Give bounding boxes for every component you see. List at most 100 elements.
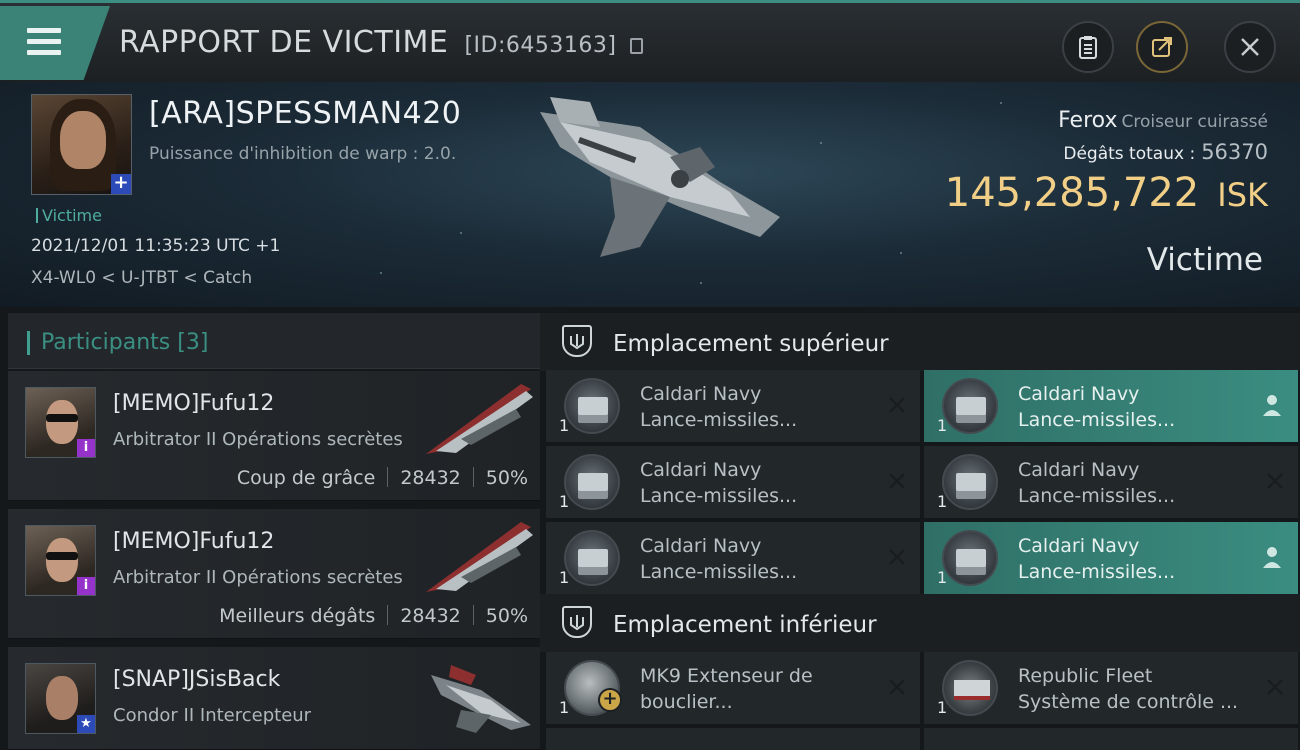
menu-button[interactable] xyxy=(0,6,110,80)
module-item[interactable]: + 1 MK9 Extenseur de bouclier... xyxy=(546,652,920,724)
participant-avatar[interactable]: i xyxy=(25,387,96,458)
participants-panel: Participants [3] i [MEMO]Fufu12 Arbitrat… xyxy=(0,307,540,750)
module-name: Caldari Navy Lance-missiles... xyxy=(1018,383,1176,431)
module-item[interactable]: 1 Caldari Navy Lance-missiles... xyxy=(546,446,920,518)
participant-card[interactable]: ★ [SNAP]JSisBack Condor II Intercepteur xyxy=(8,647,540,750)
participant-name[interactable]: [SNAP]JSisBack xyxy=(113,667,280,692)
module-item[interactable]: 1 Caldari Navy Lance-missiles... xyxy=(546,370,920,442)
high-slot-header: Emplacement supérieur xyxy=(540,313,1300,371)
control-system-icon xyxy=(942,660,998,716)
clipboard-button[interactable] xyxy=(1062,21,1114,73)
total-damage: Dégâts totaux :56370 xyxy=(1063,140,1268,164)
person-icon xyxy=(1263,395,1281,416)
destroyed-x-icon xyxy=(1267,473,1283,489)
participant-ship: Condor II Intercepteur xyxy=(113,705,312,726)
ship-name[interactable]: Ferox xyxy=(1058,108,1117,133)
destroyed-x-icon xyxy=(889,473,905,489)
module-name: Caldari Navy Lance-missiles... xyxy=(640,383,798,431)
module-qty: 1 xyxy=(937,568,948,587)
high-slot-icon xyxy=(562,325,592,357)
participant-stats: Coup de grâce 28432 50% xyxy=(237,467,528,489)
participants-title: Participants [3] xyxy=(41,330,209,355)
module-name: Caldari Navy Lance-missiles... xyxy=(1018,459,1176,507)
star-badge-icon: ★ xyxy=(77,715,95,733)
module-item-partial[interactable] xyxy=(546,728,920,750)
stat-percent: 50% xyxy=(485,605,528,627)
participant-name[interactable]: [MEMO]Fufu12 xyxy=(113,529,274,554)
participant-avatar[interactable]: ★ xyxy=(25,663,96,734)
participant-ship-image xyxy=(426,522,533,592)
share-button[interactable] xyxy=(1136,21,1188,73)
victim-role: Victime xyxy=(1146,242,1263,278)
victim-summary: + [ARA]SPESSMAN420 Puissance d'inhibitio… xyxy=(0,82,1300,307)
module-name: Caldari Navy Lance-missiles... xyxy=(640,459,798,507)
destroyed-x-icon xyxy=(1267,679,1283,695)
stat-label: Meilleurs dégâts xyxy=(219,605,376,627)
missile-launcher-icon xyxy=(564,530,620,586)
ship-image xyxy=(540,97,780,257)
destroyed-x-icon xyxy=(889,397,905,413)
kill-datetime: 2021/12/01 11:35:23 UTC +1 xyxy=(31,236,281,256)
participant-ship: Arbitrator II Opérations secrètes xyxy=(113,429,403,450)
module-item-partial[interactable] xyxy=(924,728,1298,750)
module-name: MK9 Extenseur de bouclier... xyxy=(640,665,813,713)
participant-stats: Meilleurs dégâts 28432 50% xyxy=(219,605,528,627)
module-item[interactable]: 1 Caldari Navy Lance-missiles... xyxy=(924,446,1298,518)
close-icon xyxy=(1241,38,1259,56)
isk-unit: ISK xyxy=(1217,176,1268,214)
module-qty: 1 xyxy=(559,492,570,511)
stat-damage: 28432 xyxy=(400,467,461,489)
module-item[interactable]: 1 Caldari Navy Lance-missiles... xyxy=(546,522,920,594)
top-bar: RAPPORT DE VICTIME [ID:6453163] xyxy=(0,0,1300,82)
victim-name[interactable]: [ARA]SPESSMAN420 xyxy=(149,96,461,131)
rank-badge-icon: i xyxy=(77,439,95,457)
module-item[interactable]: 1 Caldari Navy Lance-missiles... xyxy=(924,522,1298,594)
damage-label: Dégâts totaux : xyxy=(1063,144,1196,164)
destroyed-x-icon xyxy=(889,549,905,565)
stat-percent: 50% xyxy=(485,467,528,489)
missile-launcher-icon xyxy=(942,530,998,586)
participants-header: Participants [3] xyxy=(8,313,540,369)
close-button[interactable] xyxy=(1224,21,1276,73)
stat-damage: 28432 xyxy=(400,605,461,627)
clipboard-icon xyxy=(1079,36,1097,59)
module-qty: 1 xyxy=(937,492,948,511)
participant-name[interactable]: [MEMO]Fufu12 xyxy=(113,391,274,416)
ship-info: Ferox Croiseur cuirassé xyxy=(1058,108,1268,133)
module-qty: 1 xyxy=(559,568,570,587)
damage-value: 56370 xyxy=(1201,140,1268,164)
share-icon xyxy=(1152,37,1172,57)
fitting-panel: Emplacement supérieur 1 Caldari Navy Lanc… xyxy=(540,307,1300,750)
participant-card[interactable]: i [MEMO]Fufu12 Arbitrator II Opérations … xyxy=(8,371,540,501)
page-title-text: RAPPORT DE VICTIME xyxy=(119,25,449,60)
participant-avatar[interactable]: i xyxy=(25,525,96,596)
module-name: Caldari Navy Lance-missiles... xyxy=(1018,535,1176,583)
plus-badge-icon: + xyxy=(111,174,131,194)
ship-class: Croiseur cuirassé xyxy=(1121,112,1268,132)
victim-avatar[interactable]: + xyxy=(31,94,132,195)
copy-icon[interactable] xyxy=(630,38,644,54)
module-qty: 1 xyxy=(937,698,948,717)
module-item[interactable]: 1 Republic Fleet Système de contrôle ... xyxy=(924,652,1298,724)
module-qty: 1 xyxy=(559,698,570,717)
kill-location[interactable]: X4-WL0 < U-JTBT < Catch xyxy=(31,268,252,288)
victim-tag: Victime xyxy=(36,206,102,225)
report-id: [ID:6453163] xyxy=(464,33,617,58)
isk-value: 145,285,722 ISK xyxy=(945,170,1268,216)
missile-launcher-icon xyxy=(942,378,998,434)
participant-ship-image xyxy=(431,665,531,733)
participants-count: [3] xyxy=(177,330,209,355)
person-icon xyxy=(1263,547,1281,568)
low-slot-title: Emplacement inférieur xyxy=(613,612,877,638)
isk-amount: 145,285,722 xyxy=(944,170,1200,216)
participant-ship: Arbitrator II Opérations secrètes xyxy=(113,567,403,588)
high-slot-title: Emplacement supérieur xyxy=(613,331,889,357)
low-slot-icon xyxy=(562,606,592,638)
participant-card[interactable]: i [MEMO]Fufu12 Arbitrator II Opérations … xyxy=(8,509,540,639)
missile-launcher-icon xyxy=(942,454,998,510)
participant-ship-image xyxy=(426,384,533,454)
victim-subtitle: Puissance d'inhibition de warp : 2.0. xyxy=(149,144,457,164)
low-slot-header: Emplacement inférieur xyxy=(540,594,1300,652)
module-qty: 1 xyxy=(559,416,570,435)
module-item[interactable]: 1 Caldari Navy Lance-missiles... xyxy=(924,370,1298,442)
